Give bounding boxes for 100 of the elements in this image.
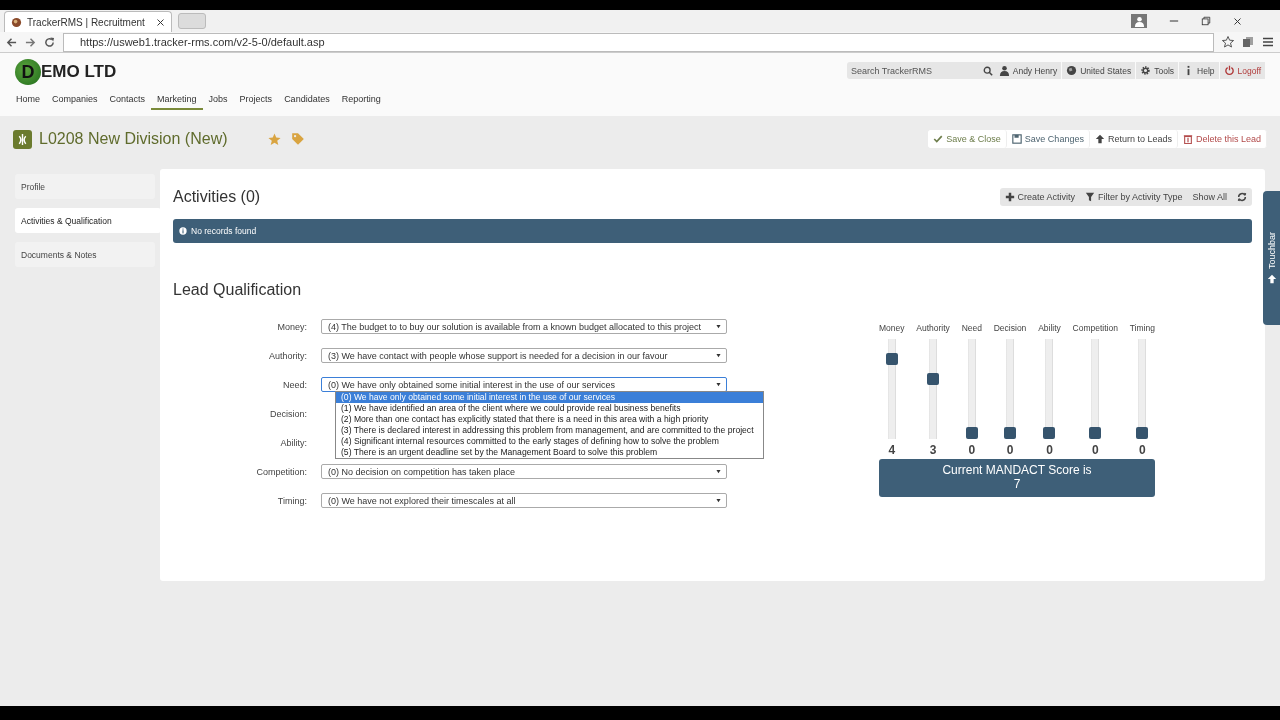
- action-button[interactable]: Save & Close: [928, 130, 1007, 148]
- field-label: Decision:: [269, 408, 308, 419]
- user-menu-item[interactable]: Help: [1179, 62, 1219, 79]
- extension-icon: [1242, 36, 1254, 48]
- nav-item[interactable]: Projects: [233, 94, 279, 110]
- gear-icon: [1140, 65, 1152, 76]
- nav-item[interactable]: Contacts: [103, 94, 152, 110]
- close-icon: [155, 17, 165, 27]
- caret-icon: [715, 323, 722, 330]
- search-field[interactable]: Search TrackerRMS: [847, 62, 997, 79]
- dropdown-option[interactable]: (2) More than one contact has explicitly stated that there is a need in this area with a high priority: [336, 414, 763, 425]
- slider-thumb[interactable]: [1004, 427, 1017, 439]
- section-title: Lead Qualification: [173, 281, 303, 299]
- record-title: L0208 New Division (New): [39, 130, 228, 148]
- caret-icon: [715, 352, 722, 359]
- select-field[interactable]: (0) No decision on competition has taken place: [321, 464, 727, 479]
- toolbar-button[interactable]: Filter by Activity Type: [1080, 188, 1188, 206]
- slider-label: Decision: [993, 323, 1027, 333]
- dropdown-option[interactable]: (3) There is declared interest in addressing this problem from management, and are committed to the project: [336, 425, 763, 436]
- power-icon: [1223, 65, 1235, 76]
- arrow-up-icon: [1266, 273, 1277, 284]
- select-field[interactable]: (0) We have not explored their timescales at all: [321, 493, 727, 508]
- caret-icon: [715, 468, 722, 475]
- slider-label: Ability: [1038, 323, 1061, 333]
- sidebar-item[interactable]: Activities & Qualification: [15, 208, 161, 233]
- trash-icon: [1182, 134, 1193, 144]
- sidebar-item[interactable]: Documents & Notes: [15, 242, 155, 267]
- restore-icon: [1201, 16, 1211, 26]
- score-value: 7: [1013, 477, 1021, 491]
- lead-icon: [13, 129, 32, 149]
- close-icon: [1233, 16, 1242, 26]
- caret-icon: [715, 497, 722, 504]
- field-label: Authority:: [267, 350, 308, 361]
- globe-icon: [1066, 65, 1078, 76]
- select-field[interactable]: (4) The budget to to buy our solution is available from a known budget allocated to this project: [321, 319, 727, 334]
- search-icon: [983, 65, 993, 76]
- info-icon: [179, 227, 187, 235]
- sidebar-item[interactable]: Profile: [15, 174, 155, 199]
- slider-label: Need: [961, 323, 982, 333]
- slider-value: 0: [1046, 443, 1053, 457]
- reload-icon: [44, 36, 55, 48]
- field-label: Ability:: [279, 437, 308, 448]
- caret-icon: [715, 381, 722, 388]
- star-icon: [1222, 36, 1234, 48]
- empty-message: No records found: [191, 226, 257, 236]
- check-icon: [933, 134, 944, 144]
- nav-item[interactable]: Companies: [46, 94, 104, 110]
- slider-label: Money: [879, 323, 905, 333]
- toolbar-button[interactable]: Show All: [1187, 188, 1232, 206]
- slider-thumb[interactable]: [1043, 427, 1056, 439]
- slider-thumb[interactable]: [1136, 427, 1149, 439]
- user-menu-item[interactable]: United States: [1062, 62, 1136, 79]
- user-menu-item[interactable]: Andy Henry: [994, 62, 1062, 79]
- logo-text: EMO LTD: [41, 62, 117, 82]
- toolbar-button[interactable]: Create Activity: [999, 188, 1081, 206]
- user-menu-item[interactable]: Tools: [1136, 62, 1179, 79]
- refresh-icon: [1237, 192, 1247, 202]
- slider-value: 0: [1091, 443, 1099, 457]
- touchbar-tab[interactable]: Touchbar: [1263, 191, 1280, 325]
- slider-thumb[interactable]: [927, 373, 940, 385]
- slider-label: Timing: [1129, 323, 1155, 333]
- arrow-up-icon: [1094, 134, 1105, 144]
- slider-value: 0: [968, 443, 976, 457]
- nav-item[interactable]: Home: [15, 94, 46, 110]
- logo-mark: D: [15, 59, 41, 85]
- slider-value: 4: [888, 443, 896, 457]
- field-label: Money:: [276, 321, 308, 332]
- slider-label: Authority: [916, 323, 950, 333]
- select-field[interactable]: (3) We have contact with people whose support is needed for a decision in our favour: [321, 348, 727, 363]
- menu-icon: [1262, 36, 1274, 48]
- field-label: Need:: [281, 379, 308, 390]
- slider-value: 0: [1139, 443, 1146, 457]
- dropdown-option[interactable]: (5) There is an urgent deadline set by the Management Board to solve this problem: [336, 447, 763, 458]
- forward-icon: [25, 36, 36, 48]
- slider-value: 0: [1006, 443, 1014, 457]
- dropdown-option[interactable]: (4) Significant internal resources committed to the early stages of defining how to solve the problem: [336, 436, 763, 447]
- plus-icon: [1004, 192, 1015, 202]
- dropdown-option[interactable]: (1) We have identified an area of the client where we could provide real business benefits: [336, 403, 763, 414]
- field-label: Competition:: [255, 466, 308, 477]
- slider-value: 3: [929, 443, 937, 457]
- address-field[interactable]: https://usweb1.tracker-rms.com/v2-5-0/default.asp: [63, 32, 1214, 52]
- score-label: Current MANDACT Score is: [942, 463, 1092, 477]
- slider-thumb[interactable]: [885, 353, 898, 365]
- back-icon: [6, 36, 17, 48]
- field-label: Timing:: [276, 495, 308, 506]
- nav-item[interactable]: Jobs: [202, 94, 234, 110]
- save-icon: [1011, 134, 1022, 144]
- nav-item[interactable]: Candidates: [278, 94, 336, 110]
- slider-thumb[interactable]: [1089, 427, 1102, 439]
- slider-thumb[interactable]: [965, 427, 978, 439]
- dropdown-option[interactable]: (0) We have only obtained some initial interest in the use of our services: [336, 392, 763, 403]
- section-title: Activities (0): [173, 188, 261, 206]
- nav-item[interactable]: Reporting: [335, 94, 387, 110]
- filter-icon: [1085, 192, 1096, 202]
- slider-label: Competition: [1072, 323, 1118, 333]
- star-icon[interactable]: [267, 132, 281, 146]
- user-menu-item[interactable]: Logoff: [1219, 62, 1265, 79]
- browser-tab[interactable]: TrackerRMS | Recruitment: [4, 11, 172, 32]
- nav-item[interactable]: Marketing: [151, 94, 203, 110]
- site-icon: [11, 16, 22, 28]
